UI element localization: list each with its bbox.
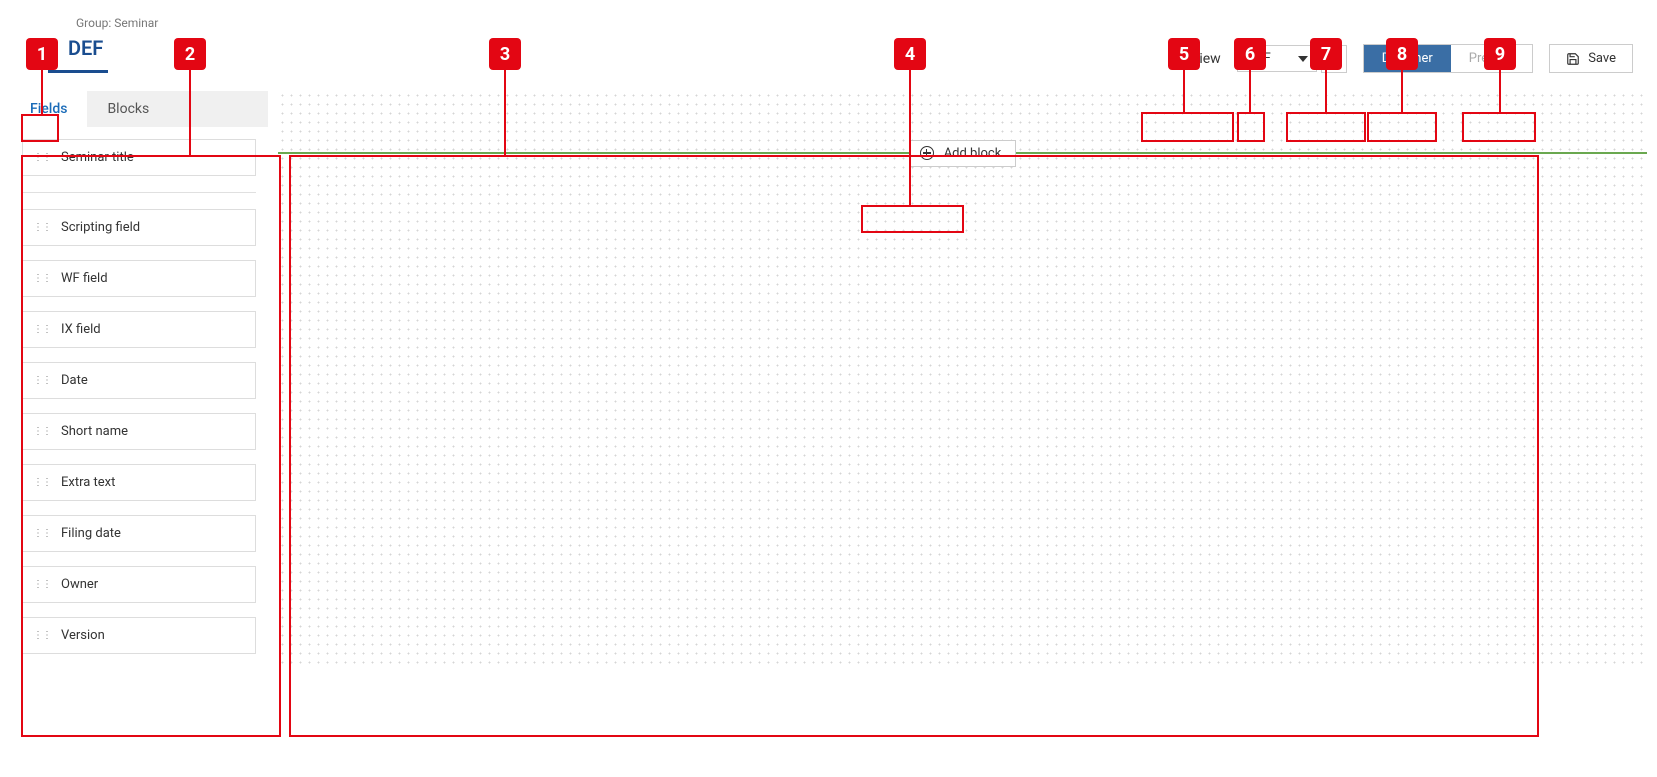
annotation-line: [1325, 70, 1327, 112]
drag-handle-icon: ⋮⋮: [33, 324, 51, 335]
save-icon: [1566, 52, 1580, 66]
annotation-line: [909, 70, 911, 205]
field-item[interactable]: ⋮⋮ Scripting field: [22, 209, 256, 246]
field-label: WF field: [61, 271, 108, 286]
field-item[interactable]: ⋮⋮ Owner: [22, 566, 256, 603]
annotation-line: [1499, 70, 1501, 112]
add-block-row: Add block: [278, 141, 1647, 165]
save-label: Save: [1588, 51, 1616, 66]
sidebar-tabs: Fields Blocks: [10, 91, 268, 127]
annotation-line: [1249, 70, 1251, 112]
group-label: Group: Seminar: [76, 16, 158, 30]
drag-handle-icon: ⋮⋮: [33, 273, 51, 284]
field-label: IX field: [61, 322, 101, 337]
annotation-marker-1: 1: [26, 38, 58, 70]
annotation-marker-5: 5: [1168, 38, 1200, 70]
annotation-marker-8: 8: [1386, 38, 1418, 70]
annotation-marker-4: 4: [894, 38, 926, 70]
drag-handle-icon: ⋮⋮: [33, 152, 51, 163]
field-item[interactable]: ⋮⋮ Date: [22, 362, 256, 399]
field-label: Short name: [61, 424, 128, 439]
save-button[interactable]: Save: [1549, 44, 1633, 73]
field-label: Owner: [61, 577, 98, 592]
plus-circle-icon: [920, 146, 934, 160]
tab-blocks[interactable]: Blocks: [87, 91, 169, 127]
field-label: Filing date: [61, 526, 121, 541]
field-label: Seminar title: [61, 150, 134, 165]
drag-handle-icon: ⋮⋮: [33, 375, 51, 386]
field-item[interactable]: ⋮⋮ Short name: [22, 413, 256, 450]
field-label: Extra text: [61, 475, 115, 490]
tab-fields[interactable]: Fields: [10, 91, 87, 127]
drag-handle-icon: ⋮⋮: [33, 630, 51, 641]
field-item[interactable]: ⋮⋮ IX field: [22, 311, 256, 348]
fields-list: ⋮⋮ Seminar title ⋮⋮ Scripting field ⋮⋮ W…: [10, 127, 268, 666]
annotation-line: [1183, 70, 1185, 112]
field-item[interactable]: ⋮⋮ Seminar title: [22, 139, 256, 176]
drag-handle-icon: ⋮⋮: [33, 222, 51, 233]
drag-handle-icon: ⋮⋮: [33, 426, 51, 437]
annotation-line: [504, 70, 506, 155]
field-item[interactable]: ⋮⋮ Extra text: [22, 464, 256, 501]
title-underline: [48, 70, 108, 73]
field-item[interactable]: ⋮⋮ Version: [22, 617, 256, 654]
field-label: Version: [61, 628, 105, 643]
annotation-marker-2: 2: [174, 38, 206, 70]
annotation-marker-6: 6: [1234, 38, 1266, 70]
insert-line: [278, 152, 909, 154]
field-item[interactable]: ⋮⋮ WF field: [22, 260, 256, 297]
designer-canvas[interactable]: Add block: [278, 91, 1647, 666]
drag-handle-icon: ⋮⋮: [33, 579, 51, 590]
insert-line: [1016, 152, 1647, 154]
annotation-line: [41, 70, 43, 114]
drag-handle-icon: ⋮⋮: [33, 528, 51, 539]
annotation-line: [189, 70, 191, 155]
annotation-marker-9: 9: [1484, 38, 1516, 70]
annotation-line: [1401, 70, 1403, 112]
main-content: Fields Blocks ⋮⋮ Seminar title ⋮⋮ Script…: [0, 91, 1657, 666]
field-divider: [22, 192, 256, 193]
add-block-button[interactable]: Add block: [909, 140, 1017, 167]
drag-handle-icon: ⋮⋮: [33, 477, 51, 488]
field-label: Date: [61, 373, 88, 388]
annotation-marker-7: 7: [1310, 38, 1342, 70]
add-block-label: Add block: [944, 146, 1002, 161]
sidebar: Fields Blocks ⋮⋮ Seminar title ⋮⋮ Script…: [10, 91, 268, 666]
annotation-marker-3: 3: [489, 38, 521, 70]
page-title: DEF: [68, 36, 103, 60]
field-item[interactable]: ⋮⋮ Filing date: [22, 515, 256, 552]
field-label: Scripting field: [61, 220, 140, 235]
